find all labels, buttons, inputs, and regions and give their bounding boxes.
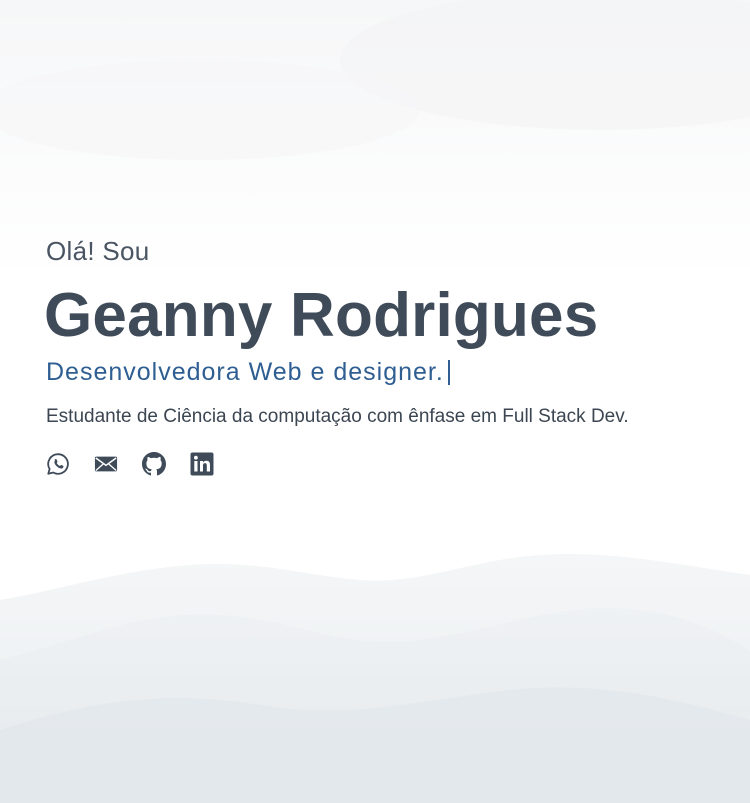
whatsapp-link[interactable]	[46, 452, 70, 476]
email-link[interactable]	[94, 452, 118, 476]
social-links	[46, 452, 629, 476]
hero-role: Desenvolvedora Web e designer.	[46, 356, 629, 388]
typing-cursor	[447, 359, 450, 385]
hero-description: Estudante de Ciência da computação com ê…	[46, 406, 629, 427]
linkedin-link[interactable]	[190, 452, 214, 476]
whatsapp-icon	[47, 453, 69, 475]
mail-icon	[94, 456, 118, 472]
linkedin-icon	[190, 452, 214, 476]
hero-name: Geanny Rodrigues	[44, 281, 599, 350]
hero-section: Olá! Sou Geanny Rodrigues Desenvolvedora…	[44, 234, 629, 476]
github-icon	[142, 452, 166, 476]
greeting-text: Olá! Sou	[46, 236, 150, 266]
role-text: Desenvolvedora Web e designer.	[46, 358, 444, 386]
github-link[interactable]	[142, 452, 166, 476]
